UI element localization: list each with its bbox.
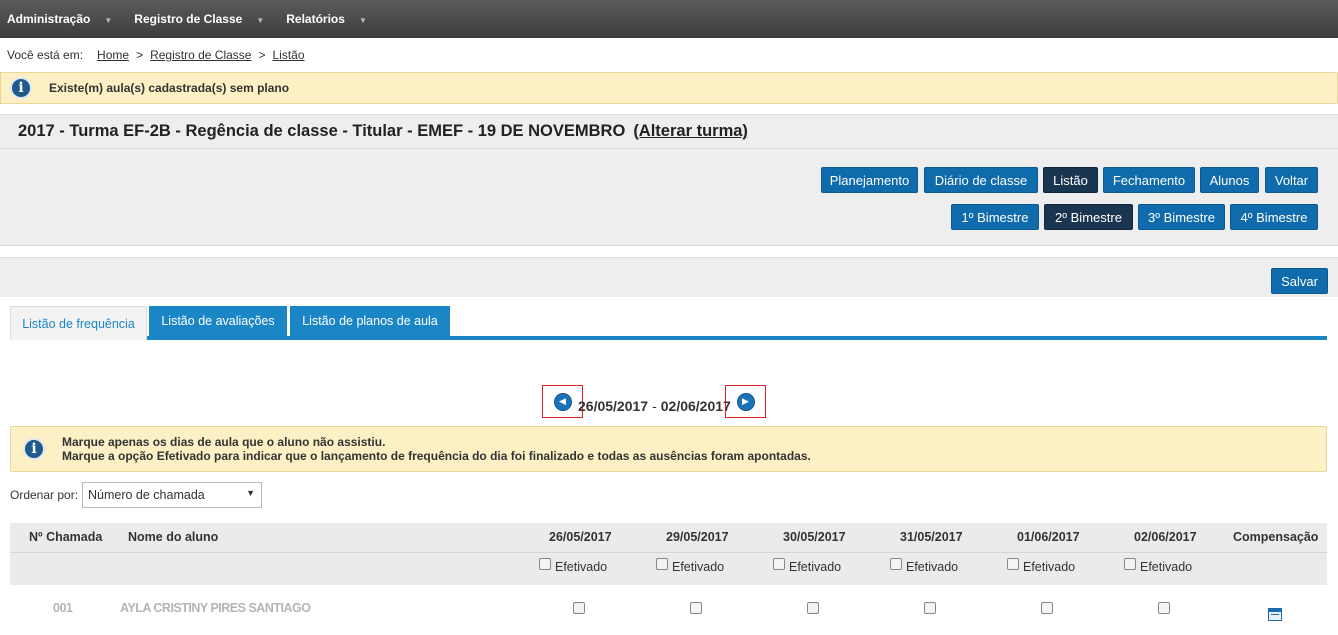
page-title: 2017 - Turma EF-2B - Regência de classe …	[18, 122, 626, 140]
date-range-nav: ◀ 26/05/2017-02/06/2017 ▶	[542, 385, 767, 418]
next-week-button[interactable]: ▶	[725, 385, 766, 418]
tab-listao-frequencia[interactable]: Listão de frequência	[10, 306, 147, 340]
divider	[10, 552, 1327, 553]
efetivado-label: Efetivado	[555, 560, 608, 574]
header-numero-chamada: Nº Chamada	[29, 530, 103, 544]
checkbox[interactable]	[773, 558, 785, 570]
breadcrumb-link-listao[interactable]: Listão	[272, 48, 304, 62]
breadcrumb-separator: >	[136, 48, 144, 62]
bimestre-3-button[interactable]: 3º Bimestre	[1138, 204, 1225, 230]
alert-text: Existe(m) aula(s) cadastrada(s) sem plan…	[49, 81, 290, 95]
header-compensacao: Compensação	[1233, 530, 1319, 544]
calendar-icon[interactable]	[1268, 608, 1282, 621]
order-by-select[interactable]: Número de chamada ▼	[82, 482, 262, 508]
breadcrumb-separator: >	[258, 48, 266, 62]
chevron-left-circle-icon: ◀	[553, 392, 572, 411]
save-button[interactable]: Salvar	[1271, 268, 1328, 294]
date-range-label: 26/05/2017-02/06/2017	[578, 398, 731, 414]
menu-label: Administração	[7, 12, 91, 26]
header-date-2: 29/05/2017	[666, 530, 729, 544]
absence-checkbox-5[interactable]	[1041, 602, 1053, 614]
fechamento-button[interactable]: Fechamento	[1103, 167, 1195, 193]
chevron-right-circle-icon: ▶	[736, 392, 755, 411]
info-icon: i	[23, 438, 45, 460]
efetivado-checkbox-5[interactable]: Efetivado	[1007, 558, 1076, 574]
checkbox[interactable]	[1124, 558, 1136, 570]
checkbox[interactable]	[1007, 558, 1019, 570]
listao-button[interactable]: Listão	[1043, 167, 1098, 193]
diario-de-classe-button[interactable]: Diário de classe	[924, 167, 1038, 193]
info-icon: i	[10, 77, 32, 99]
action-panel: Planejamento Diário de classe Listão Fec…	[0, 148, 1338, 246]
efetivado-checkbox-1[interactable]: Efetivado	[539, 558, 608, 574]
bimestre-2-button[interactable]: 2º Bimestre	[1044, 204, 1133, 230]
breadcrumb-link-registro[interactable]: Registro de Classe	[150, 48, 251, 62]
menu-label: Relatórios	[286, 12, 345, 26]
efetivado-label: Efetivado	[789, 560, 842, 574]
chevron-down-icon: ▼	[104, 15, 113, 25]
absence-checkbox-2[interactable]	[690, 602, 702, 614]
efetivado-checkbox-6[interactable]: Efetivado	[1124, 558, 1193, 574]
efetivado-checkbox-4[interactable]: Efetivado	[890, 558, 959, 574]
attendance-table-header: Nº Chamada Nome do aluno 26/05/2017 29/0…	[10, 523, 1327, 585]
top-navigation: Administração ▼ Registro de Classe ▼ Rel…	[0, 0, 1338, 38]
planejamento-button[interactable]: Planejamento	[821, 167, 918, 193]
header-date-5: 01/06/2017	[1017, 530, 1080, 544]
menu-registro-de-classe[interactable]: Registro de Classe ▼	[134, 12, 264, 26]
chevron-down-icon: ▼	[246, 488, 255, 498]
absence-checkbox-3[interactable]	[807, 602, 819, 614]
table-row: 001 AYLA CRISTINY PIRES SANTIAGO	[10, 596, 1327, 635]
order-by-value: Número de chamada	[88, 488, 205, 502]
chevron-down-icon: ▼	[256, 15, 265, 25]
absence-checkbox-1[interactable]	[573, 602, 585, 614]
menu-label: Registro de Classe	[134, 12, 243, 26]
student-number: 001	[53, 601, 73, 615]
alert-lines: Marque apenas os dias de aula que o alun…	[62, 435, 811, 463]
tab-listao-planos[interactable]: Listão de planos de aula	[290, 306, 450, 336]
header-date-4: 31/05/2017	[900, 530, 963, 544]
order-by-label: Ordenar por:	[10, 488, 79, 502]
efetivado-checkbox-2[interactable]: Efetivado	[656, 558, 725, 574]
bimestre-4-button[interactable]: 4º Bimestre	[1230, 204, 1318, 230]
bimestre-1-button[interactable]: 1º Bimestre	[951, 204, 1039, 230]
efetivado-label: Efetivado	[906, 560, 959, 574]
efetivado-checkbox-3[interactable]: Efetivado	[773, 558, 842, 574]
header-nome-aluno: Nome do aluno	[128, 530, 219, 544]
header-date-3: 30/05/2017	[783, 530, 846, 544]
breadcrumb: Você está em: Home > Registro de Classe …	[0, 38, 1338, 72]
date-end: 02/06/2017	[660, 398, 731, 414]
efetivado-label: Efetivado	[1140, 560, 1193, 574]
checkbox[interactable]	[890, 558, 902, 570]
header-date-1: 26/05/2017	[549, 530, 612, 544]
absence-checkbox-6[interactable]	[1158, 602, 1170, 614]
voltar-button[interactable]: Voltar	[1265, 167, 1318, 193]
alert-instructions: i Marque apenas os dias de aula que o al…	[10, 426, 1327, 472]
alert-no-plan: i Existe(m) aula(s) cadastrada(s) sem pl…	[0, 72, 1338, 104]
absence-checkbox-4[interactable]	[924, 602, 936, 614]
tab-listao-avaliacoes[interactable]: Listão de avaliações	[149, 306, 287, 336]
date-separator: -	[652, 398, 657, 414]
menu-administracao[interactable]: Administração ▼	[7, 12, 112, 26]
tab-bar: Listão de frequência Listão de avaliaçõe…	[10, 306, 1327, 340]
header-date-6: 02/06/2017	[1134, 530, 1197, 544]
alunos-button[interactable]: Alunos	[1200, 167, 1259, 193]
breadcrumb-prefix: Você está em:	[7, 48, 84, 62]
checkbox[interactable]	[539, 558, 551, 570]
breadcrumb-link-home[interactable]: Home	[97, 48, 129, 62]
alert-line-1: Marque apenas os dias de aula que o alun…	[62, 435, 386, 449]
menu-relatorios[interactable]: Relatórios ▼	[286, 12, 367, 26]
efetivado-label: Efetivado	[672, 560, 725, 574]
date-start: 26/05/2017	[578, 398, 649, 414]
efetivado-label: Efetivado	[1023, 560, 1076, 574]
alert-line-2: Marque a opção Efetivado para indicar qu…	[62, 449, 811, 463]
student-name: AYLA CRISTINY PIRES SANTIAGO	[120, 601, 311, 615]
class-title-bar: 2017 - Turma EF-2B - Regência de classe …	[0, 114, 1338, 148]
save-panel: Salvar	[0, 257, 1338, 297]
previous-week-button[interactable]: ◀	[542, 385, 583, 418]
checkbox[interactable]	[656, 558, 668, 570]
change-class-link[interactable]: (Alterar turma)	[633, 122, 748, 141]
chevron-down-icon: ▼	[358, 15, 367, 25]
